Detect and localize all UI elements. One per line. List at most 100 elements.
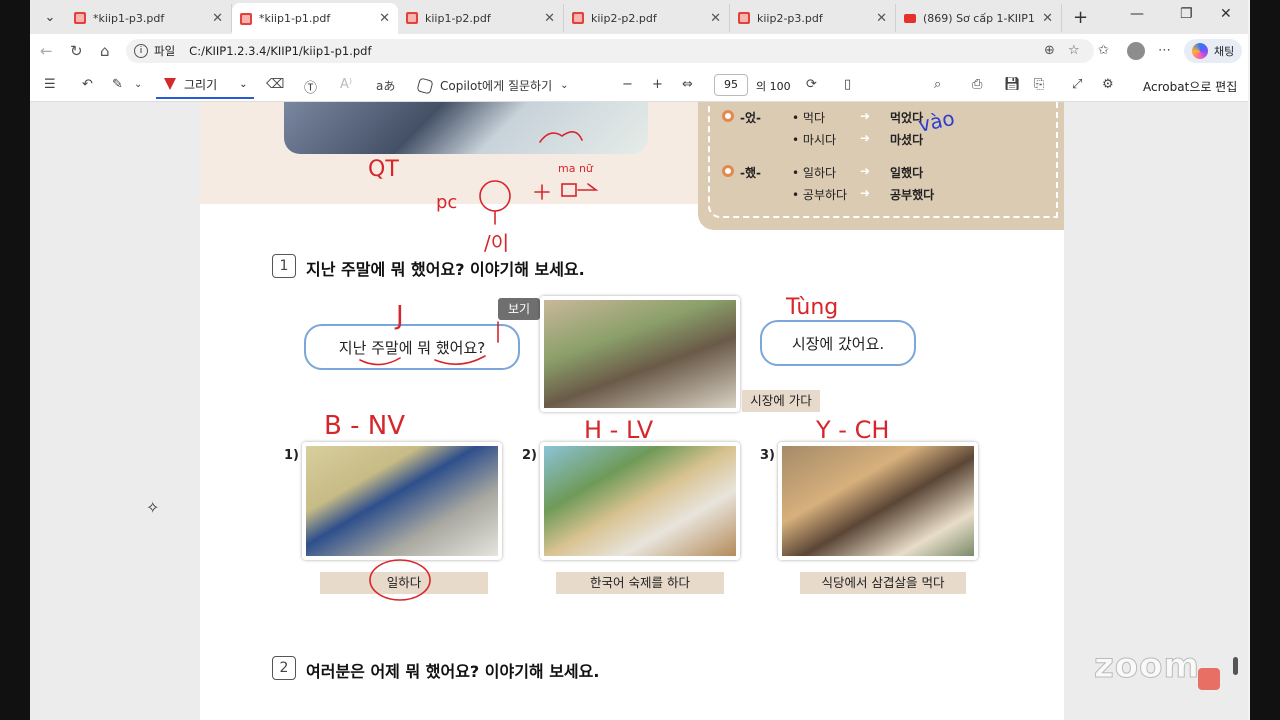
fit-width-icon[interactable]: ⇔	[682, 77, 693, 92]
info-icon[interactable]: i	[134, 44, 148, 58]
example-label: 보기	[498, 298, 540, 320]
chevron-down-icon[interactable]: ⌄	[134, 79, 142, 90]
item-number: 3)	[760, 448, 775, 463]
tab-actions-menu-icon[interactable]: ⌄	[36, 6, 64, 28]
bullet-icon	[722, 165, 734, 177]
copilot-label: Copilot에게 질문하기	[440, 79, 553, 93]
working-illustration	[302, 442, 502, 560]
back-icon[interactable]: ←	[40, 42, 53, 60]
read-aloud-icon[interactable]: A⁾	[340, 77, 352, 92]
pdf-icon	[240, 12, 252, 25]
print-icon[interactable]: ⎙	[972, 77, 982, 92]
close-icon[interactable]: ✕	[379, 11, 390, 26]
close-icon[interactable]: ✕	[1042, 11, 1053, 26]
grammar-result: 먹었다	[890, 111, 924, 125]
scrollbar-thumb[interactable]	[1233, 657, 1238, 675]
zoom-in-icon[interactable]: +	[652, 77, 663, 92]
tab-youtube[interactable]: (869) Sơ cấp 1-KIIP1 Tối 3S ✕	[896, 4, 1062, 32]
adobe-icon[interactable]	[1198, 668, 1220, 690]
tab-title: *kiip1-p3.pdf	[93, 11, 165, 25]
gear-icon[interactable]: ⚙	[1102, 77, 1114, 92]
home-icon[interactable]: ⌂	[100, 42, 110, 60]
question-number: 2	[272, 656, 296, 680]
page-number-input[interactable]: 95	[714, 74, 748, 96]
ink-text: /이	[484, 231, 509, 255]
pdf-icon	[738, 12, 750, 24]
draw-label: 그리기	[184, 77, 218, 92]
item-number: 1)	[284, 448, 299, 463]
grammar-base-text: 공부하다	[802, 188, 848, 202]
url-field[interactable]: i 파일 C:/KIIP1.2.3.4/KIIP1/kiip1-p1.pdf	[126, 39, 1094, 63]
page-total-label: 의 100	[756, 80, 791, 93]
close-icon[interactable]: ✕	[212, 11, 223, 26]
chevron-down-icon[interactable]: ⌄	[239, 79, 247, 90]
grammar-base: • 공부하다	[792, 188, 848, 202]
close-icon[interactable]: ✕	[710, 11, 721, 26]
right-dark-border	[1250, 0, 1280, 720]
pen-icon	[164, 78, 176, 90]
tab-kiip2-p3[interactable]: kiip2-p3.pdf ✕	[730, 4, 896, 32]
zoom-out-icon[interactable]: −	[622, 77, 633, 92]
tab-title: kiip1-p2.pdf	[425, 11, 491, 25]
tab-kiip1-p2[interactable]: kiip1-p2.pdf ✕	[398, 4, 564, 32]
pdf-page: -었- • 먹다 ➜ 먹었다 • 마시다 ➜ 마셨다 -했- • 일하다 ➜ 일…	[200, 102, 1064, 720]
ink-text: Y - CH	[815, 416, 889, 444]
eraser-icon[interactable]: ⌫	[266, 77, 284, 92]
refresh-icon[interactable]: ↻	[70, 42, 83, 60]
item-number: 2)	[522, 448, 537, 463]
page-view-icon[interactable]: ▯	[844, 77, 851, 92]
draw-button[interactable]: 그리기 ⌄	[156, 71, 254, 99]
tab-kiip1-p3[interactable]: *kiip1-p3.pdf ✕	[66, 4, 232, 32]
highlight-icon[interactable]: ✎	[112, 77, 123, 92]
tab-title: kiip2-p2.pdf	[591, 11, 657, 25]
question-speech-bubble: 지난 주말에 뭐 했어요?	[304, 324, 520, 370]
address-bar: ← ↻ ⌂ i 파일 C:/KIIP1.2.3.4/KIIP1/kiip1-p1…	[30, 34, 1248, 68]
window-close-icon[interactable]: ✕	[1220, 6, 1232, 22]
undo-icon[interactable]: ↶	[82, 77, 93, 92]
star-icon[interactable]: ☆	[1068, 43, 1080, 58]
question-title: 지난 주말에 뭐 했어요? 이야기해 보세요.	[306, 260, 585, 279]
sparkle-icon: ✧	[146, 498, 160, 517]
bullet-icon	[722, 110, 734, 122]
pdf-toolbar: ☰ ↶ ✎ ⌄ 그리기 ⌄ ⌫ Ⓣ A⁾ aあ Copilot에게 질문하기 ⌄…	[30, 68, 1248, 102]
tab-title: *kiip1-p1.pdf	[259, 12, 331, 25]
tab-kiip1-p1[interactable]: *kiip1-p1.pdf ✕	[232, 3, 398, 34]
search-icon[interactable]: ⌕	[934, 77, 941, 92]
text-box-icon[interactable]: Ⓣ	[304, 77, 317, 96]
translate-icon[interactable]: aあ	[376, 77, 395, 94]
homework-illustration	[540, 442, 740, 560]
url-scheme-label: 파일	[154, 44, 176, 58]
copilot-icon	[416, 76, 434, 95]
favorites-icon[interactable]: ✩	[1098, 43, 1109, 58]
answer-speech-bubble: 시장에 갔어요.	[760, 320, 916, 366]
copilot-button[interactable]: Copilot에게 질문하기 ⌄	[416, 76, 569, 95]
close-icon[interactable]: ✕	[876, 11, 887, 26]
grammar-base-text: 마시다	[802, 133, 837, 147]
grammar-base: • 마시다	[792, 133, 837, 147]
close-icon[interactable]: ✕	[544, 11, 555, 26]
grammar-base-text: 먹다	[802, 111, 825, 125]
ink-text: B - NV	[324, 411, 405, 441]
example-caption: 시장에 가다	[742, 390, 820, 412]
tab-bar: ⌄ *kiip1-p3.pdf ✕ *kiip1-p1.pdf ✕ kiip1-…	[30, 0, 1248, 34]
grammar-ending: -했-	[740, 166, 762, 180]
avatar[interactable]	[1127, 42, 1145, 60]
restaurant-illustration	[778, 442, 978, 560]
chat-button[interactable]: 채팅	[1184, 39, 1243, 63]
minimize-icon[interactable]: —	[1130, 6, 1144, 22]
save-as-icon[interactable]: ⎘	[1034, 77, 1044, 92]
restore-icon[interactable]: ❐	[1180, 6, 1193, 22]
contents-icon[interactable]: ☰	[44, 77, 56, 92]
left-dark-border	[0, 0, 30, 720]
arrow-icon: ➜	[860, 186, 871, 200]
acrobat-edit-button[interactable]: Acrobat으로 편집	[1143, 78, 1237, 95]
grammar-base: • 먹다	[792, 111, 825, 125]
more-icon[interactable]: ⋯	[1158, 43, 1171, 58]
new-tab-icon[interactable]: +	[1073, 7, 1088, 28]
tab-kiip2-p2[interactable]: kiip2-p2.pdf ✕	[564, 4, 730, 32]
pdf-icon	[572, 12, 584, 24]
expand-icon[interactable]: ⤢	[1072, 77, 1082, 92]
save-icon[interactable]: 💾︎	[1004, 77, 1021, 92]
rotate-icon[interactable]: ⟳	[806, 77, 817, 92]
zoom-icon[interactable]: ⊕	[1044, 43, 1055, 58]
